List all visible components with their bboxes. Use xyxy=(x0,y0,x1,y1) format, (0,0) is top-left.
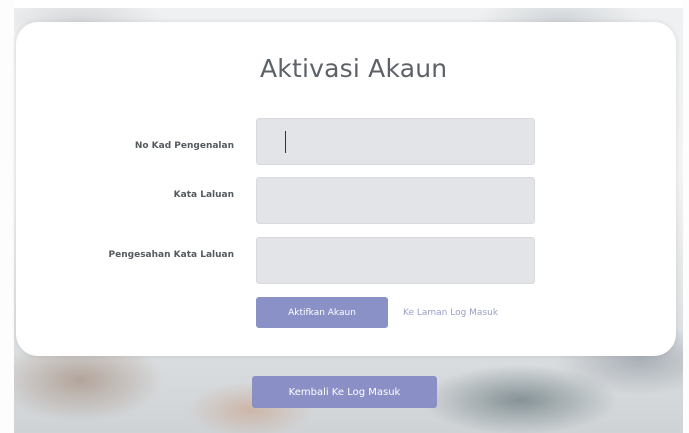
text-cursor xyxy=(285,131,286,153)
login-page-link[interactable]: Ke Laman Log Masuk xyxy=(403,308,498,318)
ic-number-label: No Kad Pengenalan xyxy=(134,141,234,151)
page-title: Aktivasi Akaun xyxy=(260,54,448,83)
back-to-login-button[interactable]: Kembali Ke Log Masuk xyxy=(252,376,437,408)
password-label: Kata Laluan xyxy=(173,190,234,200)
ic-number-input[interactable] xyxy=(256,118,535,165)
page-top-edge xyxy=(0,0,689,8)
password-input[interactable] xyxy=(256,177,535,224)
activate-account-button[interactable]: Aktifkan Akaun xyxy=(256,297,388,328)
page-left-edge xyxy=(0,0,14,433)
confirm-password-label: Pengesahan Kata Laluan xyxy=(108,250,234,260)
confirm-password-input[interactable] xyxy=(256,237,535,284)
page-right-edge xyxy=(683,0,689,433)
